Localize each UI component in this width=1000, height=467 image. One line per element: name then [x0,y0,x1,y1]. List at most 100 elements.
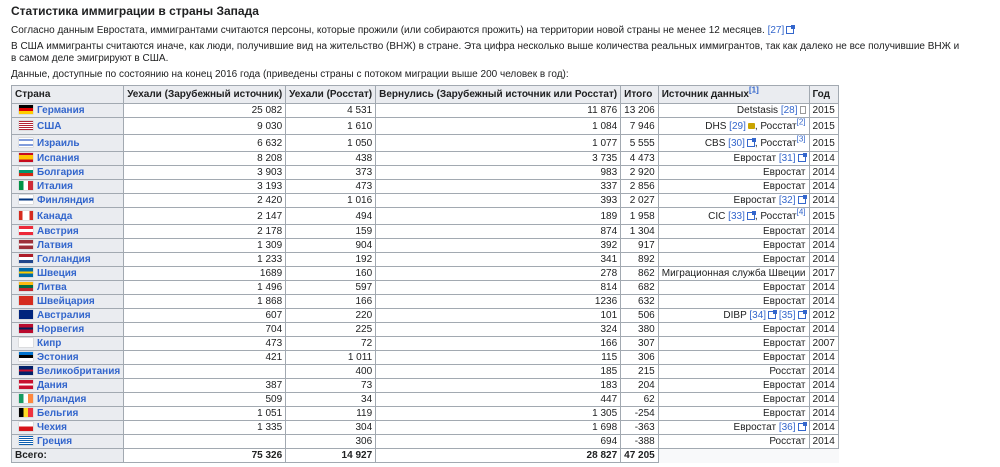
left-rosstat-cell: 904 [285,238,377,253]
ref-link[interactable]: [35] [779,310,796,321]
ref-link[interactable]: [36] [779,422,796,433]
table-row: Ирландия 509 34 447 62 Евростат 2014 [10,392,839,407]
year-cell: 2015 [808,117,839,135]
country-link[interactable]: Австрия [37,226,79,237]
country-cell: Великобритания [10,364,125,379]
table-row: Норвегия 704 225 324 380 Евростат 2014 [10,322,839,337]
col-source[interactable]: Источник данных[1] [657,85,810,104]
total-cell: 62 [620,392,659,407]
left-rosstat-cell: 34 [285,392,377,407]
table-row: Германия 25 082 4 531 11 876 13 206 Detstasis… [10,103,839,118]
left-foreign-cell: 607 [123,308,287,323]
source-text: Евростат [763,296,806,307]
left-foreign-cell [123,364,287,379]
ref-link[interactable]: [32] [779,195,796,206]
source-cell: Евростат [31] [657,151,810,166]
country-link[interactable]: Бельгия [37,408,78,419]
ref-link[interactable]: [34] [749,310,766,321]
country-link[interactable]: Норвегия [37,324,84,335]
country-link[interactable]: Швеция [37,268,77,279]
flag-bg-icon [19,167,33,176]
source-text: DIBP [723,310,750,321]
country-link[interactable]: Швейцария [37,296,95,307]
footnote-link[interactable]: [2] [797,117,806,126]
col-left-rosstat[interactable]: Уехали (Росстат) [285,85,377,104]
country-link[interactable]: Голландия [37,254,91,265]
country-cell: Голландия [10,252,125,267]
col-year[interactable]: Год [808,85,839,104]
returned-cell: 1 077 [375,134,622,152]
year-cell: 2014 [808,392,839,407]
ref-link[interactable]: [27] [768,25,785,36]
country-link[interactable]: Эстония [37,352,79,363]
left-rosstat-cell: 1 016 [285,193,377,208]
country-link[interactable]: Латвия [37,240,73,251]
country-link[interactable]: США [37,121,62,132]
left-rosstat-cell: 1 050 [285,134,377,152]
source-text: DHS [705,120,730,132]
flag-ee-icon [19,352,33,361]
left-rosstat-cell: 473 [285,179,377,194]
total-cell: 204 [620,378,659,393]
country-link[interactable]: Испания [37,153,79,164]
ref-link[interactable]: [30] [728,138,745,149]
ref-link[interactable]: [28] [781,105,798,116]
country-link[interactable]: Болгария [37,167,84,178]
flag-gr-icon [19,436,33,445]
source-text: Евростат [763,226,806,237]
country-link[interactable]: Израиль [37,138,79,149]
country-link[interactable]: Канада [37,211,72,222]
external-link-icon [797,310,807,319]
country-link[interactable]: Австралия [37,310,91,321]
year-cell: 2014 [808,364,839,379]
col-left-foreign[interactable]: Уехали (Зарубежный источник) [123,85,287,104]
left-rosstat-cell: 1 610 [285,117,377,135]
source-cell: Евростат [657,322,810,337]
col-returned[interactable]: Вернулись (Зарубежный источник или Росст… [375,85,622,104]
country-link[interactable]: Великобритания [37,366,120,377]
country-link[interactable]: Чехия [37,422,67,433]
year-cell: 2017 [808,266,839,281]
country-link[interactable]: Греция [37,436,72,447]
source-text: , Росстат [754,210,797,222]
ref-link[interactable]: [29] [729,121,746,132]
content: Статистика иммиграции в страны Запада Со… [0,0,978,467]
col-total[interactable]: Итого [620,85,659,104]
left-foreign-cell: 387 [123,378,287,393]
country-link[interactable]: Дания [37,380,68,391]
total-cell: 2 027 [620,193,659,208]
total-cell: 506 [620,308,659,323]
left-rosstat-cell: 220 [285,308,377,323]
country-link[interactable]: Финляндия [37,195,94,206]
footnote-link[interactable]: [3] [797,134,806,143]
source-cell: Евростат [657,165,810,180]
left-rosstat-cell: 597 [285,280,377,295]
total-a-cell: 75 326 [123,448,287,463]
country-link[interactable]: Ирландия [37,394,86,405]
ref-link[interactable]: [31] [779,153,796,164]
country-link[interactable]: Кипр [37,338,61,349]
source-text: Евростат [763,394,806,405]
left-foreign-cell: 1 309 [123,238,287,253]
country-link[interactable]: Литва [37,282,67,293]
country-cell: Италия [10,179,125,194]
table-row: Чехия 1 335 304 1 698 -363 Евростат [36] 2014 [10,420,839,435]
source-text: CIC [708,210,729,222]
col-country[interactable]: Страна [10,85,125,104]
year-cell: 2014 [808,238,839,253]
table-row: Литва 1 496 597 814 682 Евростат 2014 [10,280,839,295]
table-row: Швейцария 1 868 166 1236 632 Евростат 2014 [10,294,839,309]
year-cell: 2015 [808,134,839,152]
returned-cell: 341 [375,252,622,267]
country-link[interactable]: Германия [37,105,85,116]
ref-link[interactable]: [33] [728,211,745,222]
footnote-link[interactable]: [4] [797,207,806,216]
source-text: Евростат [763,408,806,419]
country-link[interactable]: Италия [37,181,73,192]
total-row: Всего: 75 326 14 927 28 827 47 205 [10,448,839,463]
left-foreign-cell: 421 [123,350,287,365]
external-link-icon [746,210,756,220]
source-text: Евростат [763,282,806,293]
header-ref[interactable]: [1] [749,86,759,95]
left-foreign-cell: 509 [123,392,287,407]
